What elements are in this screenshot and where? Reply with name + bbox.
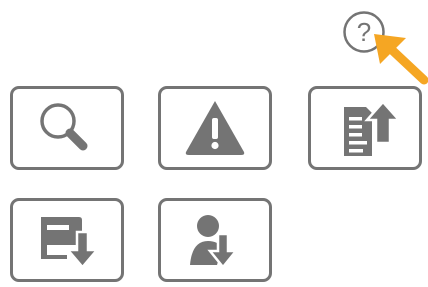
download-user-button[interactable] [158,198,272,282]
help-button[interactable]: ? [340,8,388,56]
warning-triangle-icon [185,101,245,155]
help-area: ? [340,8,428,88]
help-glyph: ? [357,17,371,47]
upload-document-button[interactable] [308,86,422,170]
download-card-button[interactable] [10,198,124,282]
card-download-icon [41,217,100,269]
document-upload-icon [344,100,402,156]
question-mark-icon: ? [343,11,385,53]
warning-button[interactable] [158,86,272,170]
magnifier-icon [40,103,88,151]
user-download-icon [190,215,239,269]
toolbar-panel: ? [0,0,428,287]
search-button[interactable] [10,86,124,170]
